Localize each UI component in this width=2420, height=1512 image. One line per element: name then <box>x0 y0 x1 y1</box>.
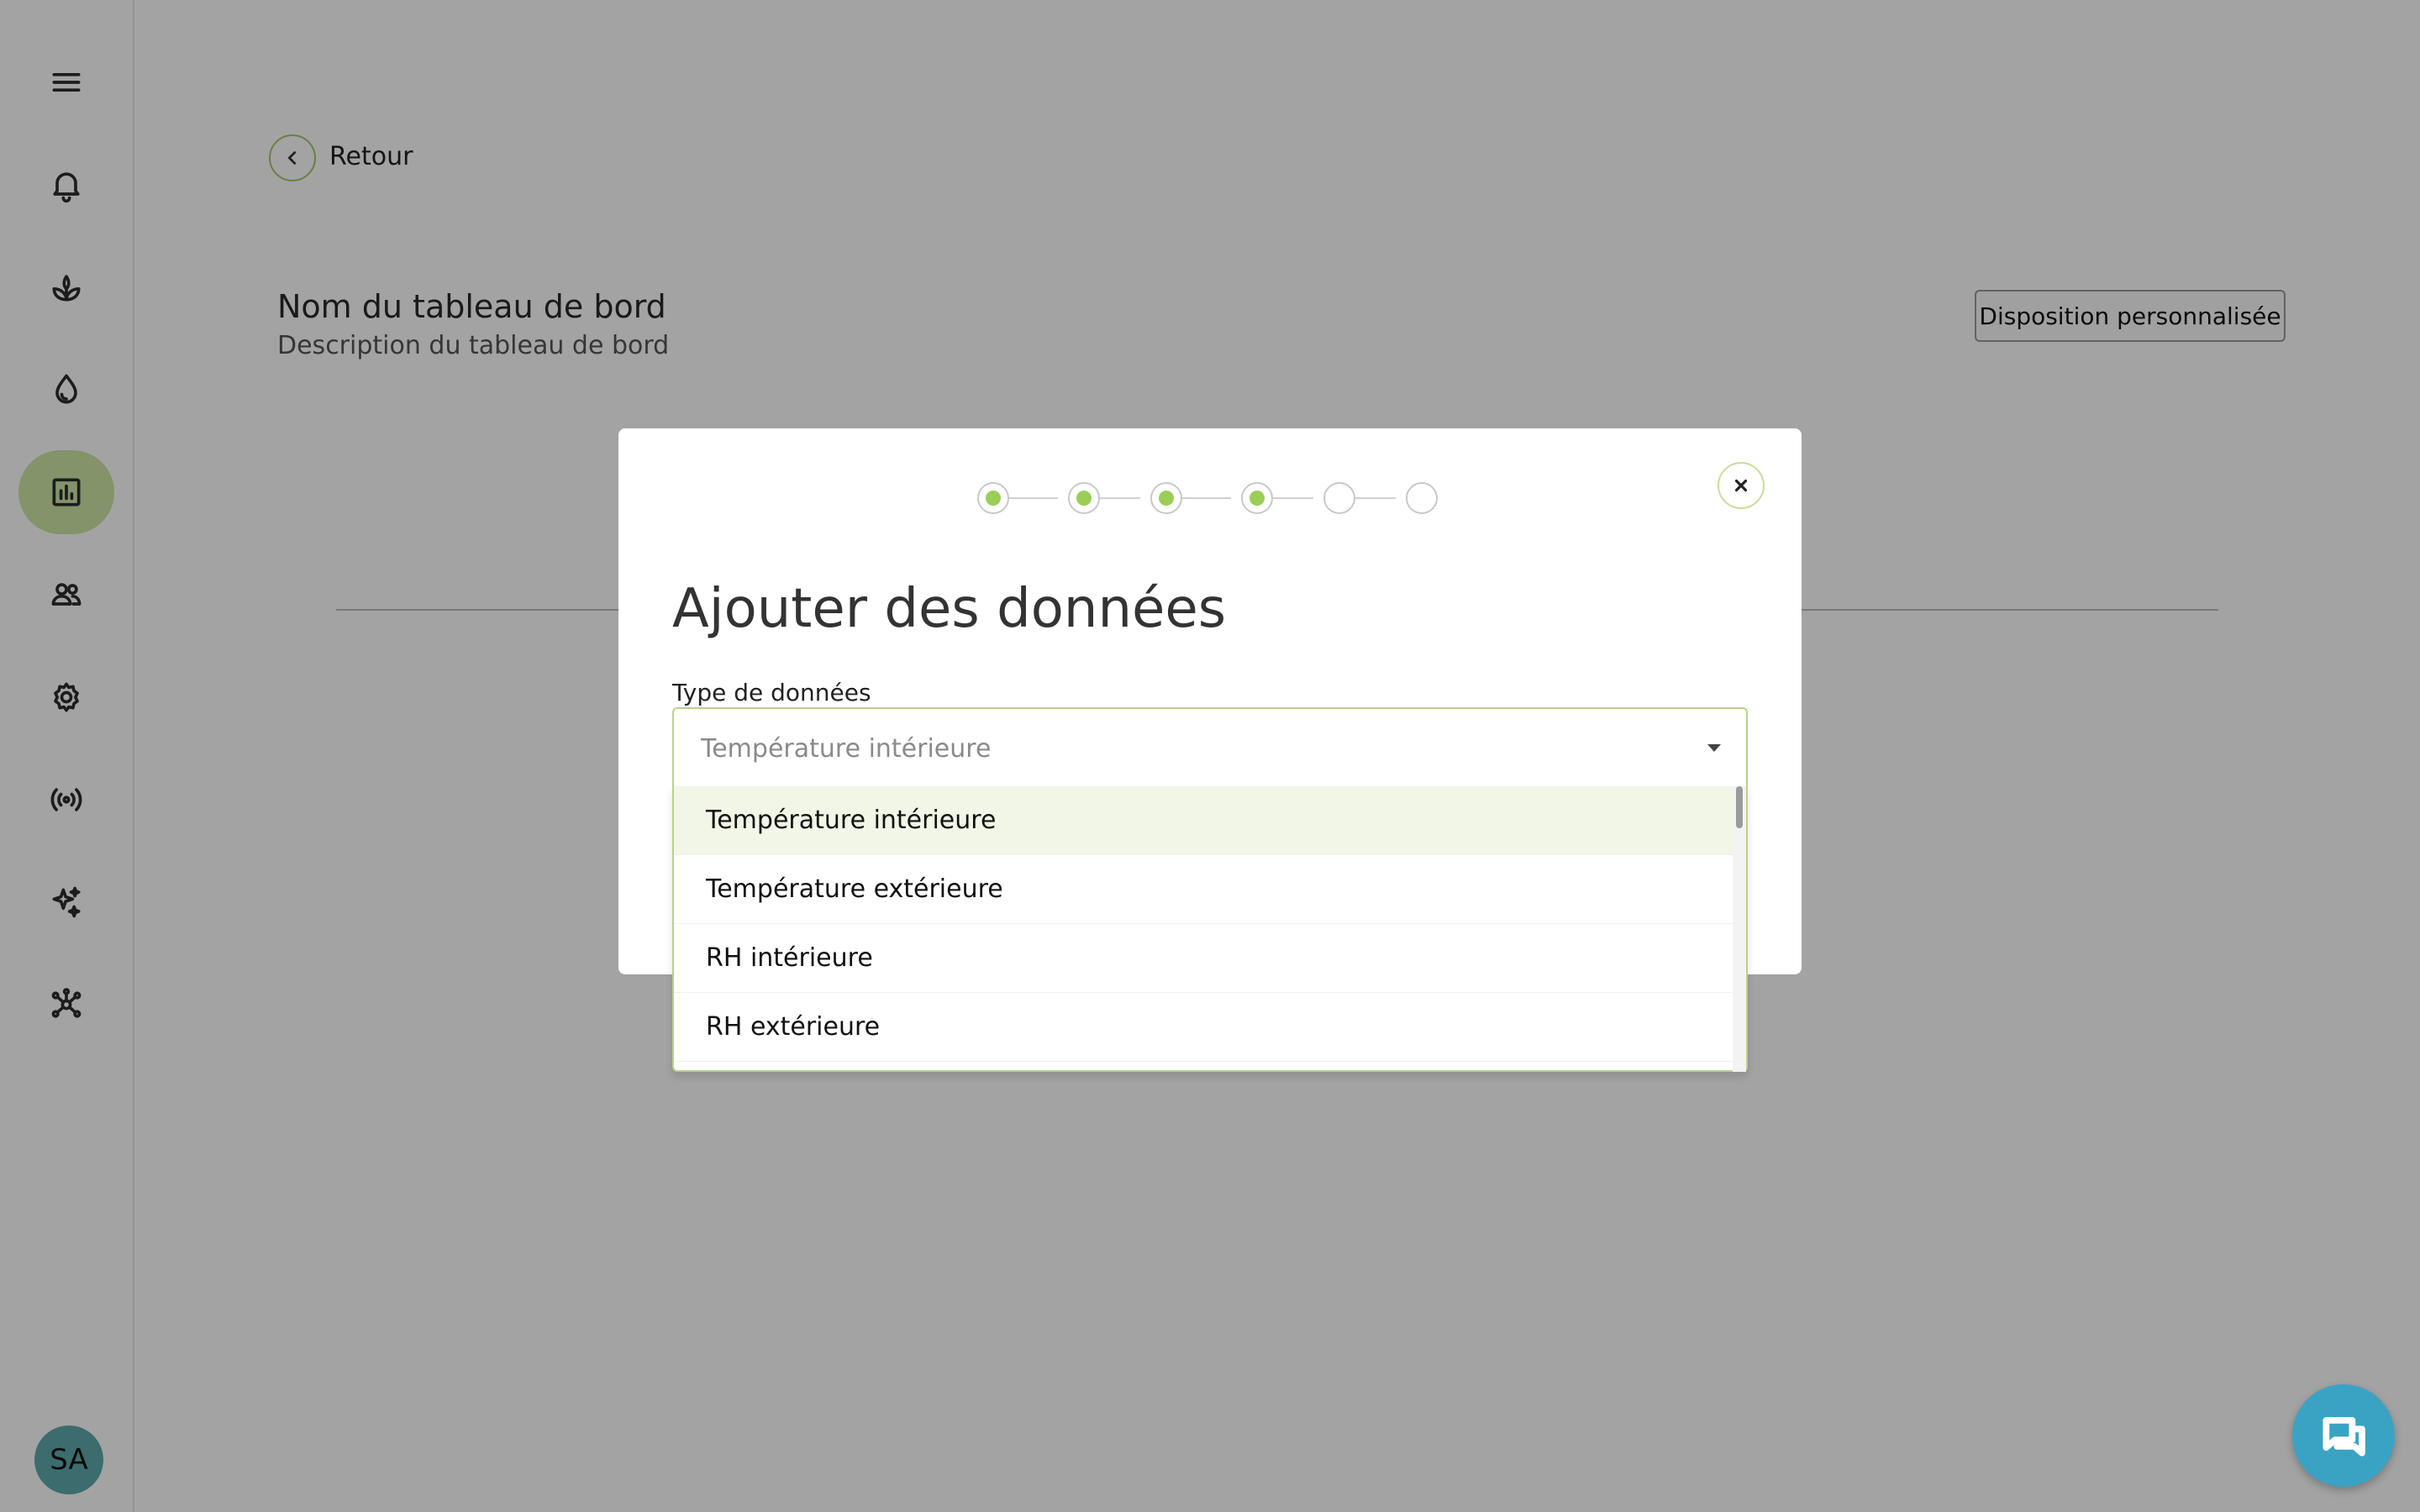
close-icon <box>1734 479 1748 492</box>
step-complete-dot <box>986 491 1001 506</box>
step-complete-dot <box>1159 491 1174 506</box>
step-complete-dot <box>1076 491 1092 506</box>
close-button[interactable] <box>1718 462 1765 509</box>
data-type-dropdown: Température intérieure Température extér… <box>672 786 1748 1072</box>
step-2 <box>1068 482 1100 514</box>
chat-button[interactable] <box>2292 1384 2395 1487</box>
step-4 <box>1241 482 1273 514</box>
caret-down-icon <box>1707 744 1721 752</box>
dropdown-option[interactable]: RH intérieure <box>674 924 1734 993</box>
step-1 <box>977 482 1009 514</box>
dropdown-option[interactable]: Température intérieure <box>674 786 1734 855</box>
step-3 <box>1150 482 1182 514</box>
step-complete-dot <box>1249 491 1265 506</box>
scrollbar-thumb[interactable] <box>1736 786 1743 828</box>
data-type-select[interactable]: Température intérieure <box>672 707 1748 788</box>
dropdown-option[interactable]: Température extérieure <box>674 855 1734 924</box>
stepper <box>618 482 1802 516</box>
step-5 <box>1323 482 1355 514</box>
modal-title: Ajouter des données <box>672 578 1227 640</box>
step-6 <box>1406 482 1438 514</box>
dropdown-scrollbar[interactable] <box>1733 786 1746 1072</box>
data-type-label: Type de données <box>672 679 871 706</box>
chat-icon <box>2323 1417 2365 1457</box>
select-value: Température intérieure <box>701 734 992 764</box>
dropdown-option[interactable]: RH extérieure <box>674 993 1734 1062</box>
